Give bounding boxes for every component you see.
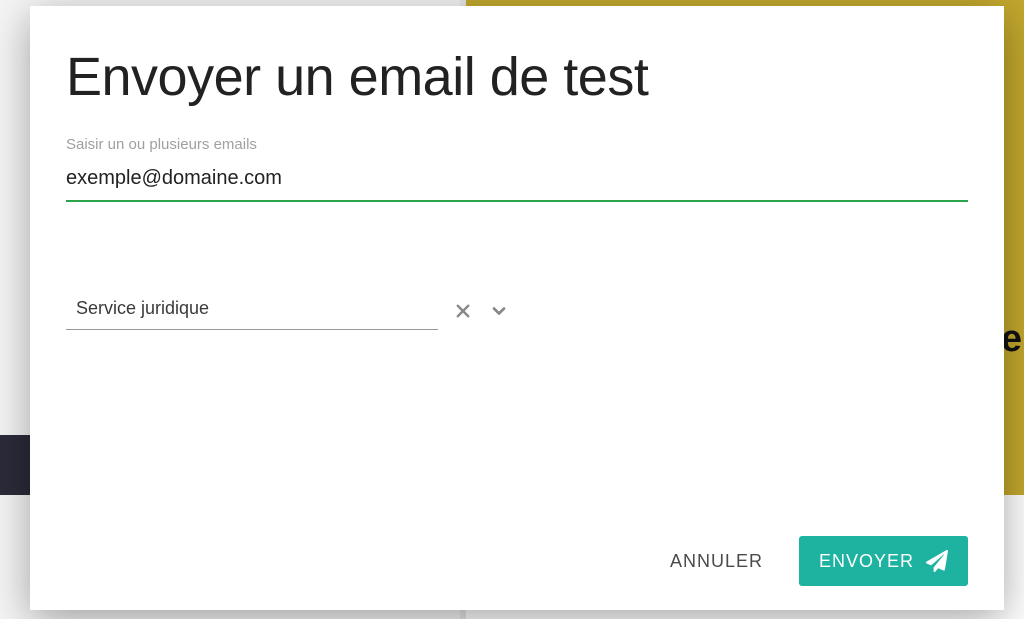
bg-letter-e: e — [1001, 318, 1022, 361]
paper-plane-icon — [926, 550, 948, 572]
clear-icon[interactable] — [452, 300, 474, 322]
chevron-down-icon[interactable] — [488, 300, 510, 322]
email-input[interactable] — [66, 161, 968, 202]
cancel-button[interactable]: ANNULER — [662, 539, 771, 584]
test-email-modal: Envoyer un email de test Saisir un ou pl… — [30, 6, 1004, 610]
email-field-label: Saisir un ou plusieurs emails — [66, 136, 968, 153]
modal-spacer — [66, 330, 968, 524]
modal-title: Envoyer un email de test — [66, 46, 968, 108]
modal-footer: ANNULER ENVOYER — [66, 524, 968, 586]
page-backdrop: e Envoyer un email de test Saisir un ou … — [0, 0, 1024, 619]
send-button[interactable]: ENVOYER — [799, 536, 968, 586]
recipient-select-row: Service juridique — [66, 292, 968, 330]
bg-dark-strip — [0, 435, 30, 495]
recipient-select[interactable]: Service juridique — [66, 292, 438, 330]
send-button-label: ENVOYER — [819, 551, 914, 572]
recipient-select-value: Service juridique — [76, 298, 209, 318]
